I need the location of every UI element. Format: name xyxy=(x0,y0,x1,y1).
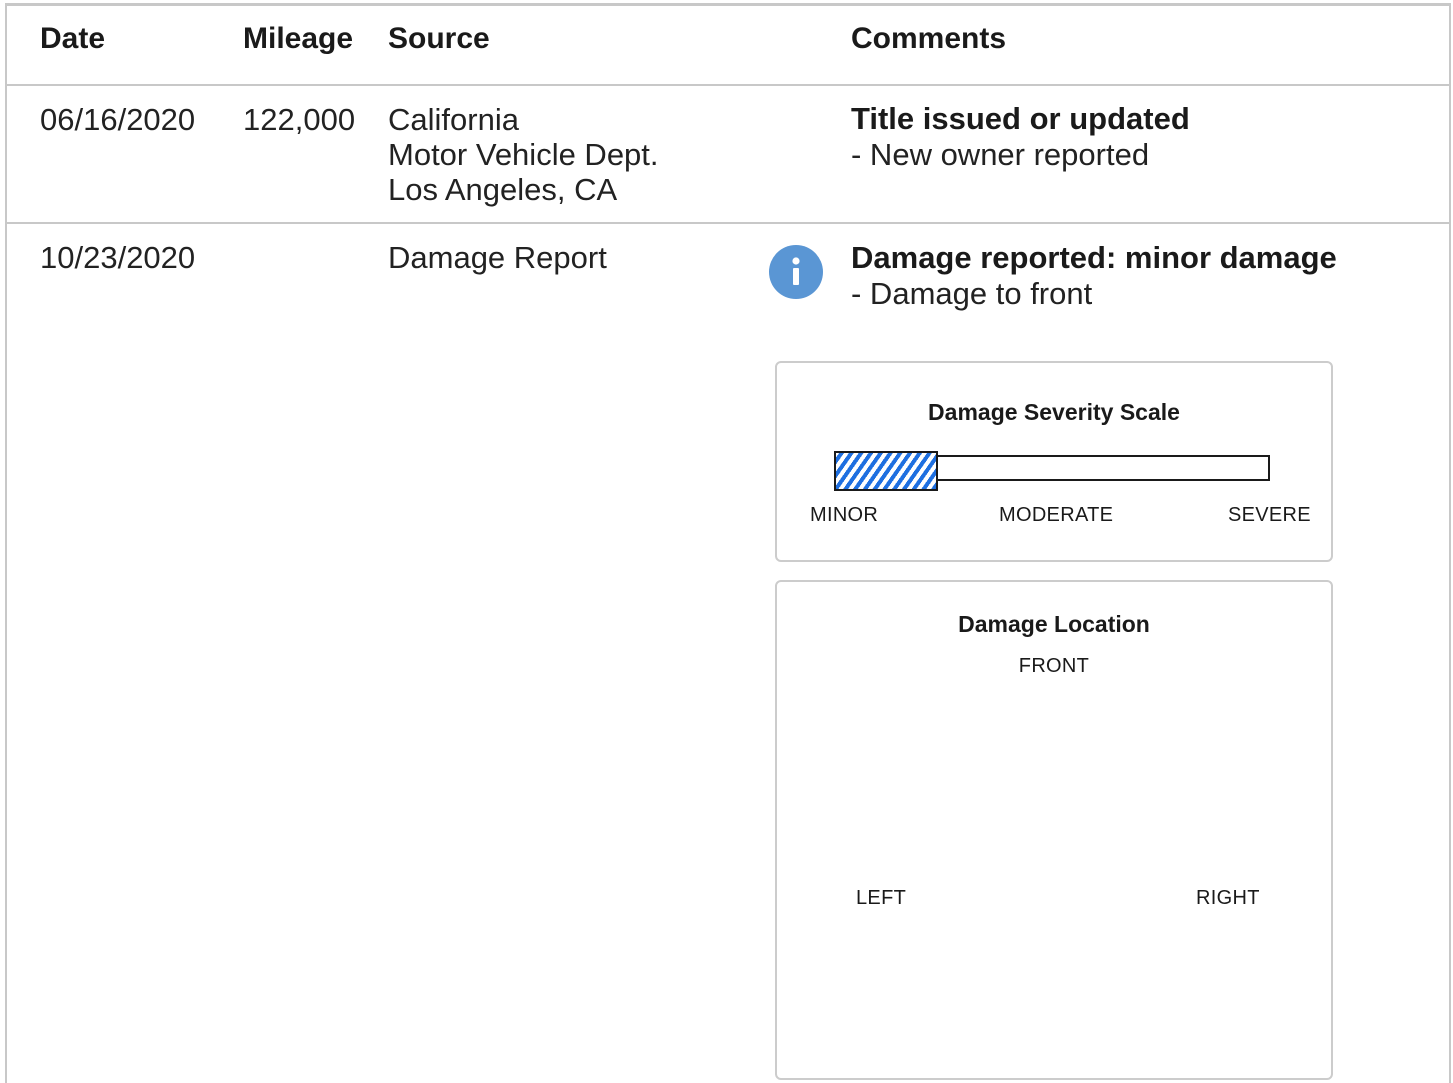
header-source: Source xyxy=(388,22,490,55)
severity-label-minor: MINOR xyxy=(810,504,879,526)
row-comment-title: Title issued or updated xyxy=(851,101,1190,136)
row-comment-detail: - Damage to front xyxy=(851,276,1093,311)
severity-scale-fill xyxy=(834,451,938,491)
header-divider xyxy=(5,84,1451,86)
info-icon[interactable] xyxy=(769,245,823,299)
row-source-line: Los Angeles, CA xyxy=(388,172,618,207)
header-comments: Comments xyxy=(851,22,1007,55)
row-source-line: California xyxy=(388,102,519,137)
row-date: 06/16/2020 xyxy=(40,102,196,137)
header-date: Date xyxy=(40,22,106,55)
row-source-line: Damage Report xyxy=(388,240,607,275)
row-date: 10/23/2020 xyxy=(40,240,196,275)
location-label-right: RIGHT xyxy=(1196,887,1260,909)
damage-severity-panel: Damage Severity Scale MINOR MODERATE SEV… xyxy=(775,361,1333,562)
damage-location-panel: Damage Location FRONT LEFT RIGHT xyxy=(775,580,1333,1080)
header-mileage: Mileage xyxy=(243,22,354,55)
row-comment-detail: - New owner reported xyxy=(851,137,1150,172)
row-source-line: Motor Vehicle Dept. xyxy=(388,137,659,172)
row-divider xyxy=(5,222,1451,224)
damage-severity-title: Damage Severity Scale xyxy=(928,399,1180,425)
row-mileage: 122,000 xyxy=(243,102,356,137)
severity-label-moderate: MODERATE xyxy=(999,504,1114,526)
location-label-left: LEFT xyxy=(856,887,907,909)
severity-label-severe: SEVERE xyxy=(1228,504,1311,526)
row-comment-title: Damage reported: minor damage xyxy=(851,240,1337,275)
damage-location-title: Damage Location xyxy=(958,611,1150,637)
location-label-front: FRONT xyxy=(1018,655,1090,677)
